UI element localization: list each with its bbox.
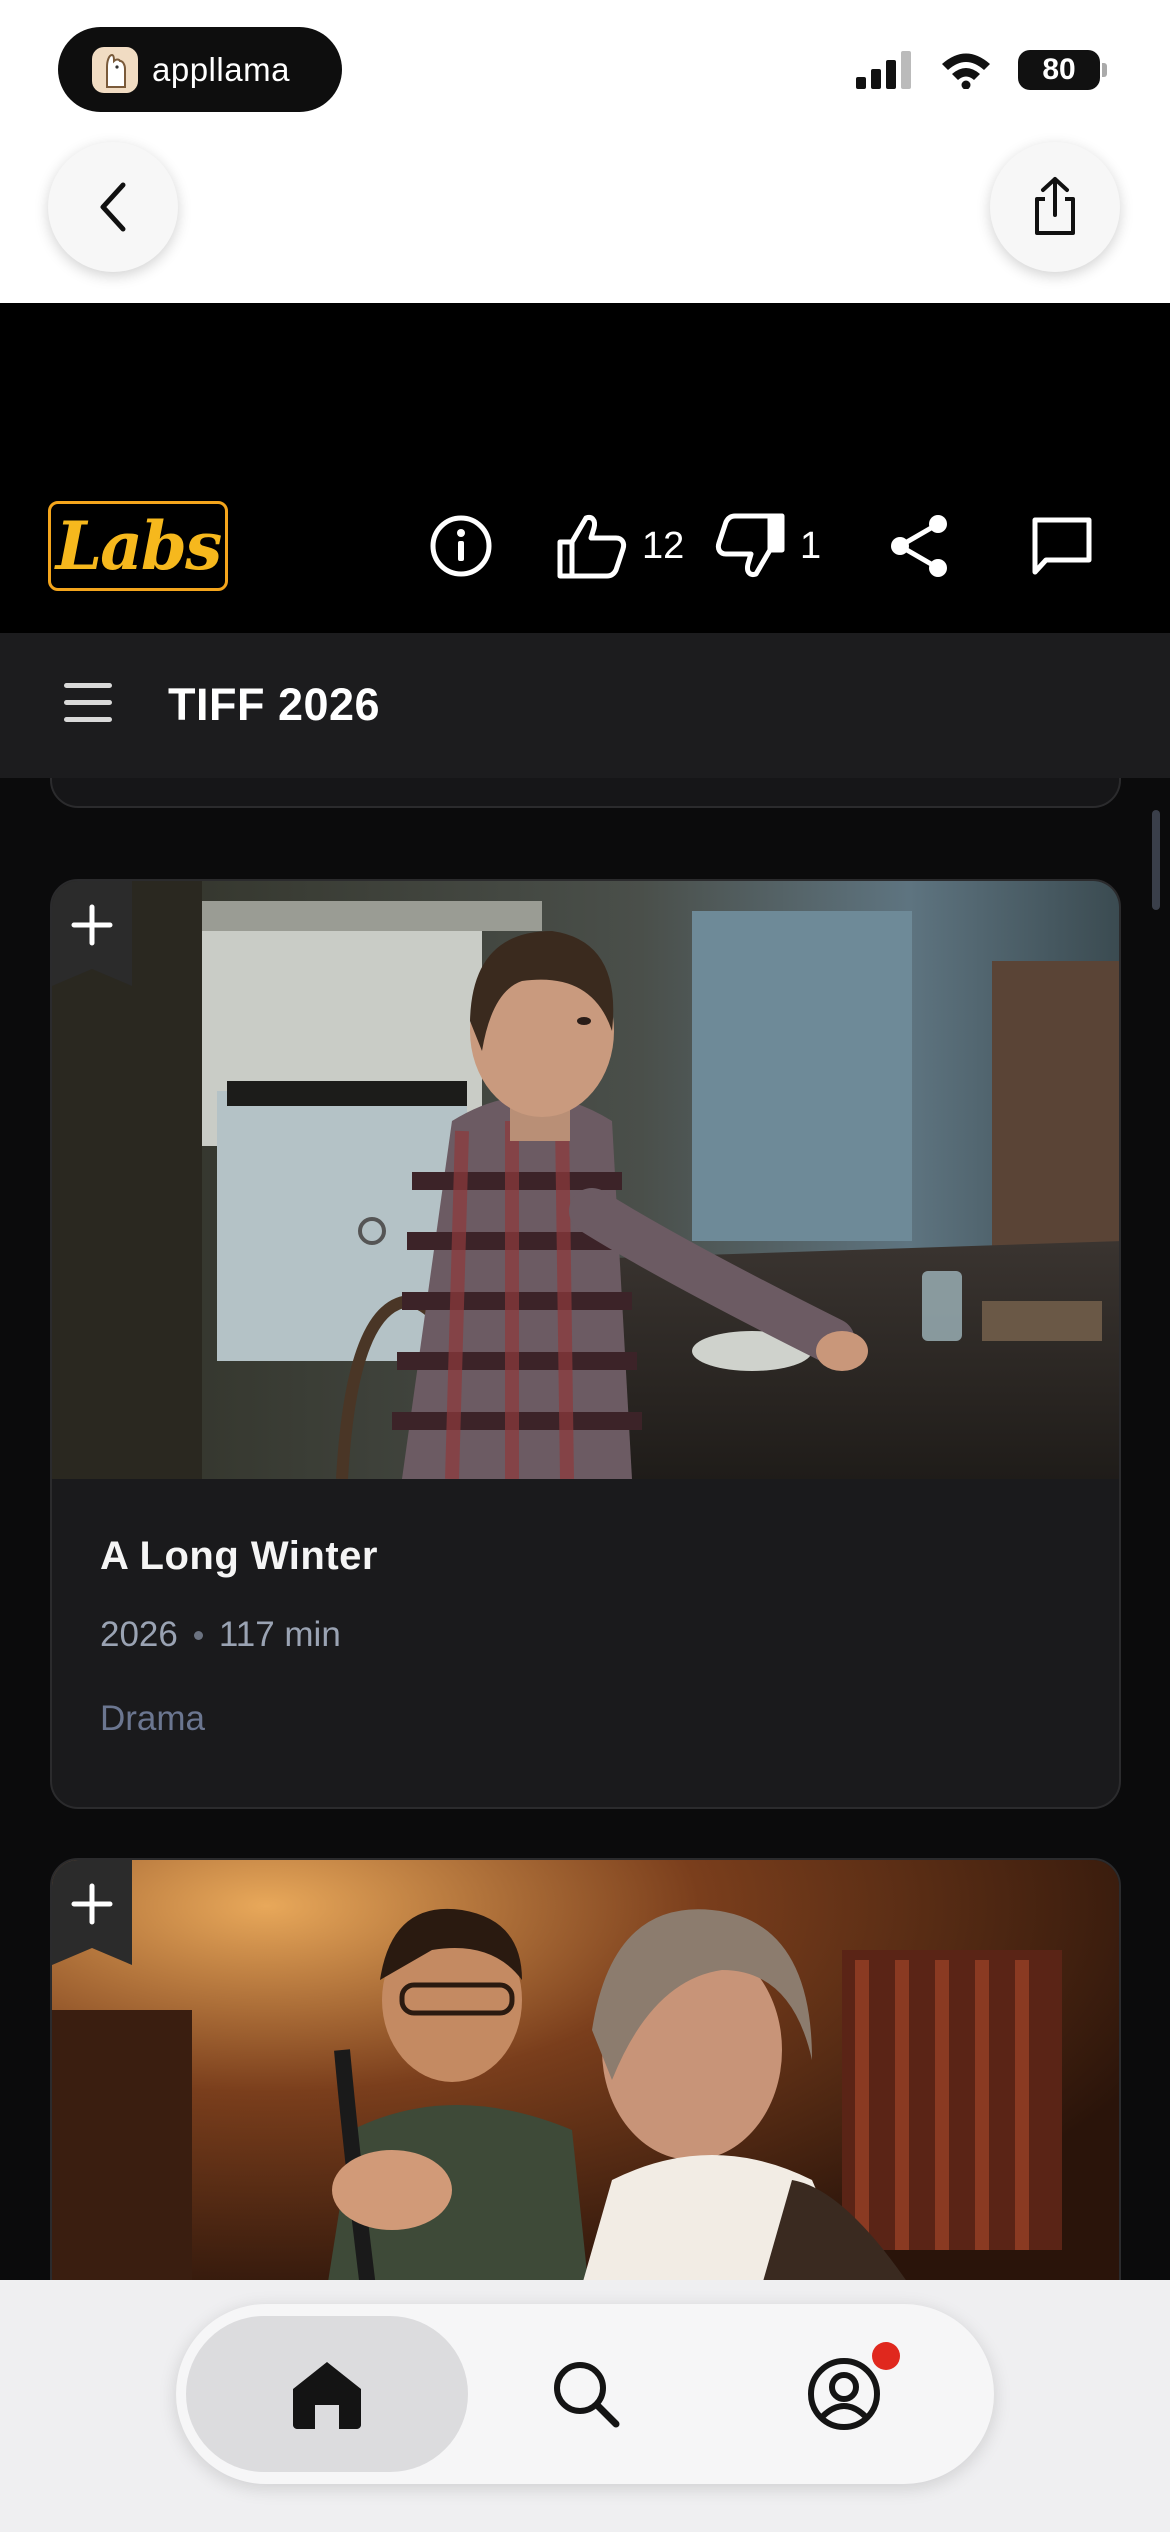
status-icons: 80 — [856, 50, 1107, 90]
info-icon — [430, 515, 492, 577]
thumbs-up-icon — [557, 515, 627, 579]
cellular-signal-icon — [856, 51, 911, 89]
comment-button[interactable] — [1030, 501, 1094, 591]
chevron-left-icon — [100, 182, 126, 232]
share-up-icon — [1035, 177, 1075, 235]
add-to-list-button[interactable] — [52, 881, 132, 986]
tab-home[interactable] — [186, 2316, 468, 2472]
bottom-bar — [0, 2280, 1170, 2532]
like-button[interactable]: 12 — [556, 501, 684, 591]
comment-icon — [1032, 517, 1092, 575]
app-pill[interactable]: appllama — [58, 27, 342, 112]
film-list[interactable]: A Long Winter 2026 117 min Drama — [0, 778, 1170, 2280]
hamburger-icon[interactable] — [64, 683, 112, 723]
section-bar: TIFF 2026 — [0, 633, 1170, 778]
share-button[interactable] — [888, 501, 950, 591]
film-genre: Drama — [100, 1699, 206, 1738]
browser-chrome: appllama 80 — [0, 0, 1170, 303]
llama-logo-icon — [92, 46, 138, 93]
separator-dot — [193, 1630, 203, 1640]
add-to-list-button[interactable] — [52, 1860, 132, 1965]
search-icon — [554, 2362, 620, 2428]
dislike-count: 1 — [800, 524, 822, 567]
notification-badge — [872, 2342, 900, 2370]
tab-bar — [176, 2304, 994, 2484]
profile-icon — [808, 2358, 880, 2430]
scrollbar[interactable] — [1152, 810, 1160, 910]
share-nodes-icon — [891, 515, 947, 577]
back-button[interactable] — [48, 142, 178, 272]
film-info: A Long Winter 2026 117 min Drama — [52, 1479, 1119, 1739]
film-card[interactable] — [50, 1858, 1121, 2280]
battery-indicator: 80 — [1018, 50, 1107, 90]
home-icon — [293, 2362, 361, 2429]
dislike-button[interactable]: 1 — [714, 501, 821, 591]
film-runtime: 117 min — [218, 1615, 341, 1654]
film-still-image[interactable] — [52, 1860, 1119, 2280]
browser-share-button[interactable] — [990, 142, 1120, 272]
previous-film-card[interactable] — [50, 778, 1121, 808]
page-title: TIFF 2026 — [168, 679, 381, 730]
wifi-icon — [942, 53, 990, 89]
app-page: appllama 80 Labs 12 1 TIFF 2026 A Long W… — [0, 0, 1170, 2532]
info-button[interactable] — [428, 501, 494, 591]
app-pill-label: appllama — [152, 50, 290, 88]
tab-profile[interactable] — [784, 2316, 904, 2472]
kitchen-scene-image — [52, 881, 1119, 1479]
film-title: A Long Winter — [100, 1534, 378, 1578]
film-card[interactable]: A Long Winter 2026 117 min Drama — [50, 879, 1121, 1809]
film-meta: 2026 117 min — [100, 1615, 1071, 1655]
labs-logo-text: Labs — [55, 507, 222, 585]
film-year: 2026 — [100, 1615, 178, 1654]
app-header: Labs 12 1 — [0, 303, 1170, 633]
labs-logo[interactable]: Labs — [48, 501, 228, 591]
candlelit-scene-image — [52, 1860, 1119, 2280]
like-count: 12 — [642, 524, 685, 567]
film-still-image[interactable] — [52, 881, 1119, 1479]
thumbs-down-icon — [715, 513, 785, 577]
tab-search[interactable] — [526, 2316, 646, 2472]
